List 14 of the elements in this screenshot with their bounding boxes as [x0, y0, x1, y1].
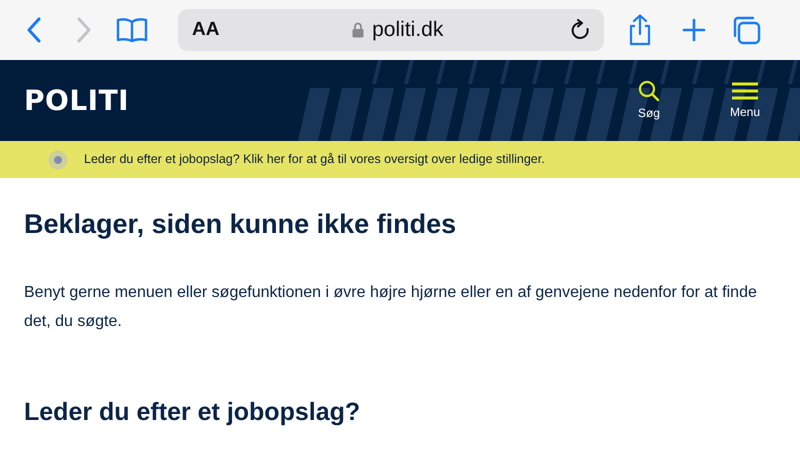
lock-icon — [352, 22, 364, 38]
url-text: politi.dk — [372, 17, 444, 44]
menu-icon — [730, 80, 759, 100]
bullet-icon — [48, 150, 68, 170]
section-heading: Leder du efter et jobopslag? — [24, 397, 362, 428]
search-icon — [638, 80, 660, 102]
reload-icon[interactable] — [570, 19, 590, 41]
menu-button[interactable]: Menu — [730, 80, 760, 120]
text-size-button[interactable]: AA — [186, 14, 226, 46]
page-title: Beklager, siden kunne ikke findes — [24, 208, 458, 240]
body-text: Benyt gerne menuen eller søgefunktionen i øvre højre hjørne eller en af genvejene nedenfor for at finde det, du søgte. — [24, 283, 758, 332]
search-button[interactable]: Søg — [638, 80, 660, 122]
logo[interactable]: POLITI — [24, 80, 130, 122]
address-bar[interactable]: AA politi.dk — [178, 9, 604, 51]
